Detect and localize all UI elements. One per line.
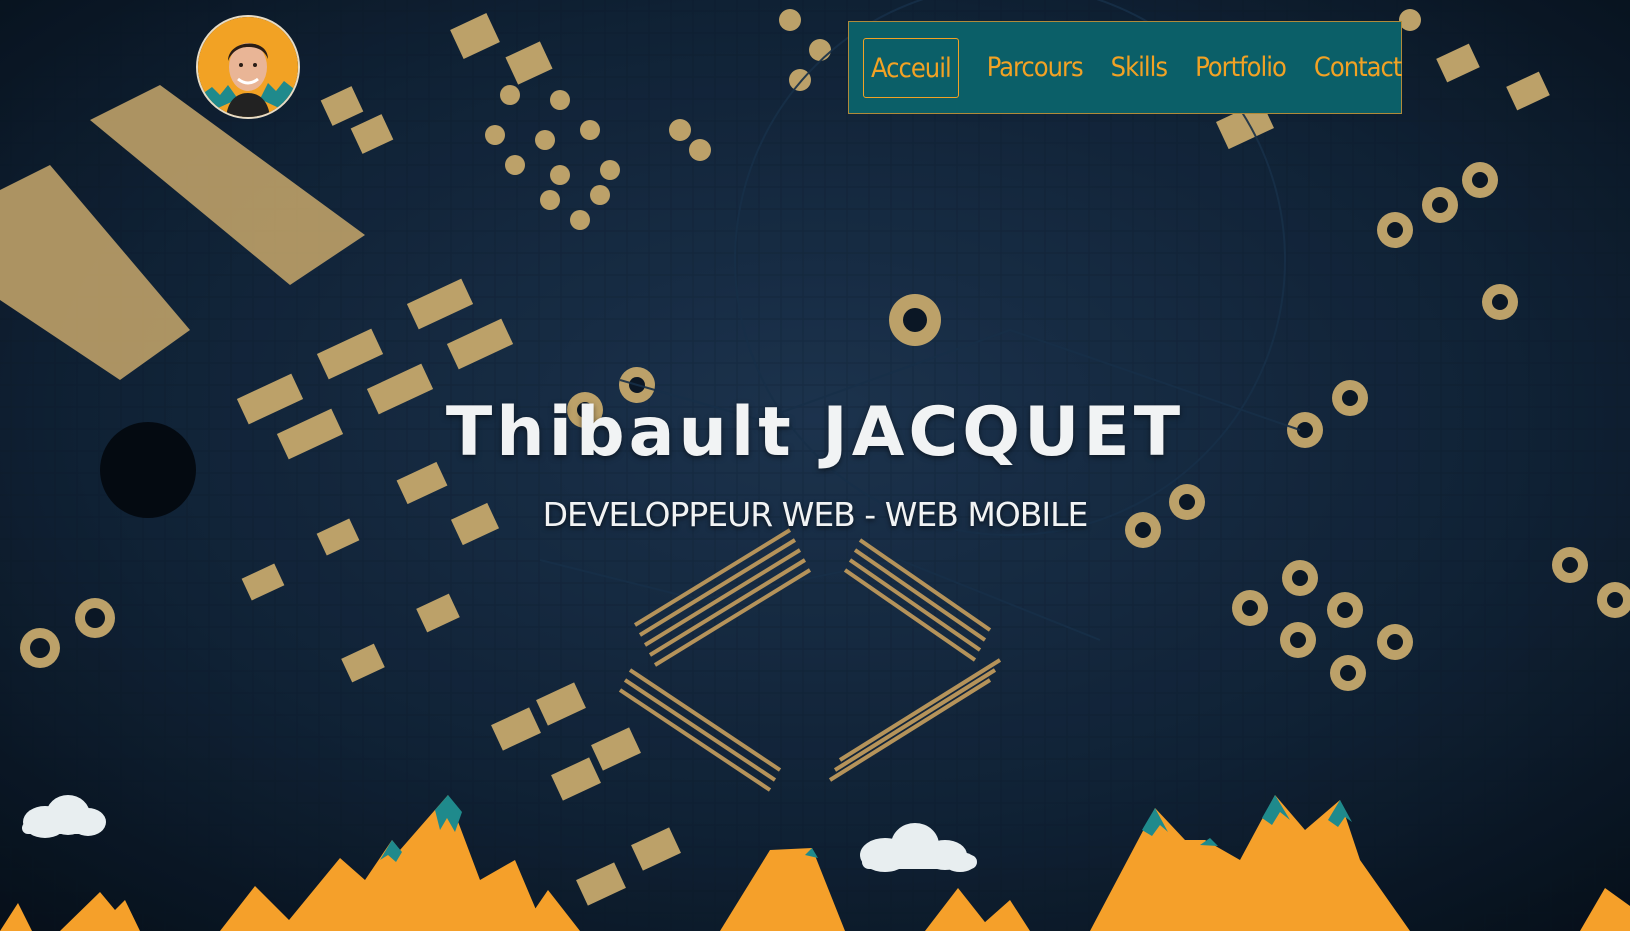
profile-photo-icon	[198, 17, 298, 117]
hero-tagline: DEVELOPPEUR WEB - WEB MOBILE	[542, 495, 1089, 534]
nav-item-skills[interactable]: Skills	[1097, 38, 1181, 98]
nav-item-acceuil[interactable]: Acceuil	[863, 37, 959, 98]
hero-name: Thibault JACQUET	[445, 393, 1185, 472]
main-nav: Acceuil Parcours Skills Portfolio Contac…	[848, 21, 1402, 114]
hero-section: Acceuil Parcours Skills Portfolio Contac…	[0, 0, 1630, 931]
nav-item-parcours[interactable]: Parcours	[973, 38, 1097, 98]
nav-item-contact[interactable]: Contact	[1300, 38, 1416, 98]
avatar[interactable]	[196, 15, 300, 119]
nav-item-portfolio[interactable]: Portfolio	[1181, 38, 1300, 98]
